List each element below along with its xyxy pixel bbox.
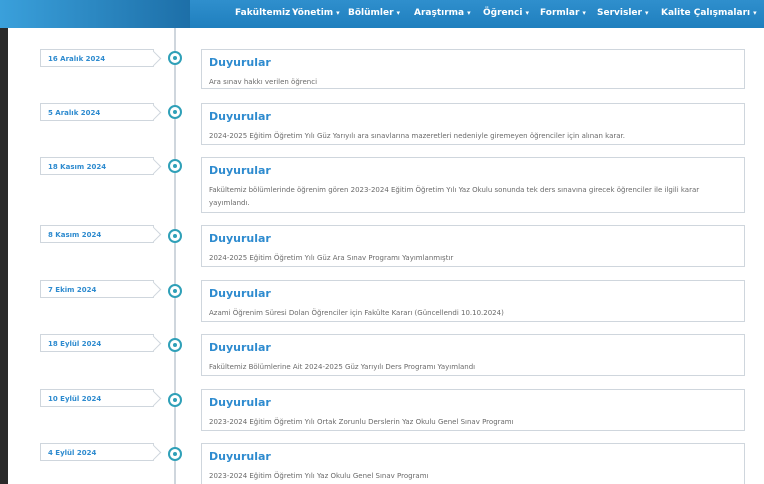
announcement-card[interactable]: Duyurular Ara sınav hakkı verilen öğrenc… [201,49,745,89]
nav-item-label: Araştırma [414,8,465,18]
announcement-title[interactable]: Duyurular [209,396,737,409]
chevron-down-icon: ▾ [396,9,401,17]
nav-item-formlar[interactable]: Formlar ▾ [540,0,586,28]
header-logo-swoosh [0,0,190,28]
announcement-title[interactable]: Duyurular [209,56,737,69]
nav-item-label: Öğrenci [483,8,523,18]
timeline-dot-icon [168,393,182,407]
announcement-text[interactable]: Azami Öğrenim Süresi Dolan Öğrenciler iç… [209,307,737,320]
timeline-line [174,28,176,484]
top-navigation-bar: Fakültemiz ▾ Yönetim ▾ Bölümler ▾ Araştırma… [0,0,764,28]
nav-item-label: Fakültemiz [235,8,291,18]
chevron-down-icon: ▾ [582,9,586,17]
chevron-down-icon: ▾ [753,9,757,17]
chevron-down-icon: ▾ [525,9,529,17]
nav-item-label: Formlar [540,8,580,18]
announcement-text[interactable]: 2024-2025 Eğitim Öğretim Yılı Güz Yarıyı… [209,130,737,143]
announcement-card[interactable]: Duyurular 2024-2025 Eğitim Öğretim Yılı … [201,103,745,145]
nav-item-label: Bölümler [348,8,394,18]
timeline-dot-icon [168,159,182,173]
nav-item-ogrenci[interactable]: Öğrenci ▾ [483,0,529,28]
nav-item-bolumler[interactable]: Bölümler ▾ [348,0,400,28]
announcement-title[interactable]: Duyurular [209,110,737,123]
date-tag: 10 Eylül 2024 [40,389,154,407]
timeline-dot-icon [168,284,182,298]
announcement-text[interactable]: Fakültemiz bölümlerinde öğrenim gören 20… [209,184,737,210]
announcement-text[interactable]: Fakültemiz Bölümlerine Ait 2024-2025 Güz… [209,361,737,374]
nav-item-arastirma[interactable]: Araştırma ▾ [414,0,471,28]
announcement-card[interactable]: Duyurular 2023-2024 Eğitim Öğretim Yılı … [201,443,745,484]
chevron-down-icon: ▾ [336,9,340,17]
announcement-text[interactable]: 2023-2024 Eğitim Öğretim Yılı Ortak Zoru… [209,416,737,429]
nav-item-yonetim[interactable]: Yönetim ▾ [292,0,340,28]
nav-item-label: Kalite Çalışmaları [661,8,751,18]
announcement-title[interactable]: Duyurular [209,287,737,300]
timeline-dot-icon [168,105,182,119]
announcement-title[interactable]: Duyurular [209,232,737,245]
announcement-title[interactable]: Duyurular [209,341,737,354]
date-tag: 7 Ekim 2024 [40,280,154,298]
announcement-card[interactable]: Duyurular 2023-2024 Eğitim Öğretim Yılı … [201,389,745,431]
announcement-card[interactable]: Duyurular Fakültemiz bölümlerinde öğreni… [201,157,745,213]
date-tag: 16 Aralık 2024 [40,49,154,67]
announcement-text[interactable]: Ara sınav hakkı verilen öğrenci [209,76,737,89]
nav-item-fakultemiz[interactable]: Fakültemiz ▾ [235,0,297,28]
announcement-text[interactable]: 2024-2025 Eğitim Öğretim Yılı Güz Ara Sı… [209,252,737,265]
window-left-edge [0,28,8,484]
nav-item-kalite-calismalari[interactable]: Kalite Çalışmaları ▾ [661,0,757,28]
announcement-card[interactable]: Duyurular Fakültemiz Bölümlerine Ait 202… [201,334,745,376]
nav-item-servisler[interactable]: Servisler ▾ [597,0,648,28]
timeline-dot-icon [168,447,182,461]
announcement-text[interactable]: 2023-2024 Eğitim Öğretim Yılı Yaz Okulu … [209,470,737,483]
chevron-down-icon: ▾ [467,9,471,17]
announcement-title[interactable]: Duyurular [209,450,737,463]
announcement-title[interactable]: Duyurular [209,164,737,177]
nav-item-label: Servisler [597,8,642,18]
nav-item-label: Yönetim [292,8,334,18]
announcement-card[interactable]: Duyurular Azami Öğrenim Süresi Dolan Öğr… [201,280,745,322]
date-tag: 5 Aralık 2024 [40,103,154,121]
announcement-card[interactable]: Duyurular 2024-2025 Eğitim Öğretim Yılı … [201,225,745,267]
timeline-dot-icon [168,229,182,243]
date-tag: 8 Kasım 2024 [40,225,154,243]
date-tag: 4 Eylül 2024 [40,443,154,461]
chevron-down-icon: ▾ [644,9,649,17]
timeline-dot-icon [168,338,182,352]
date-tag: 18 Kasım 2024 [40,157,154,175]
date-tag: 18 Eylül 2024 [40,334,154,352]
timeline-dot-icon [168,51,182,65]
